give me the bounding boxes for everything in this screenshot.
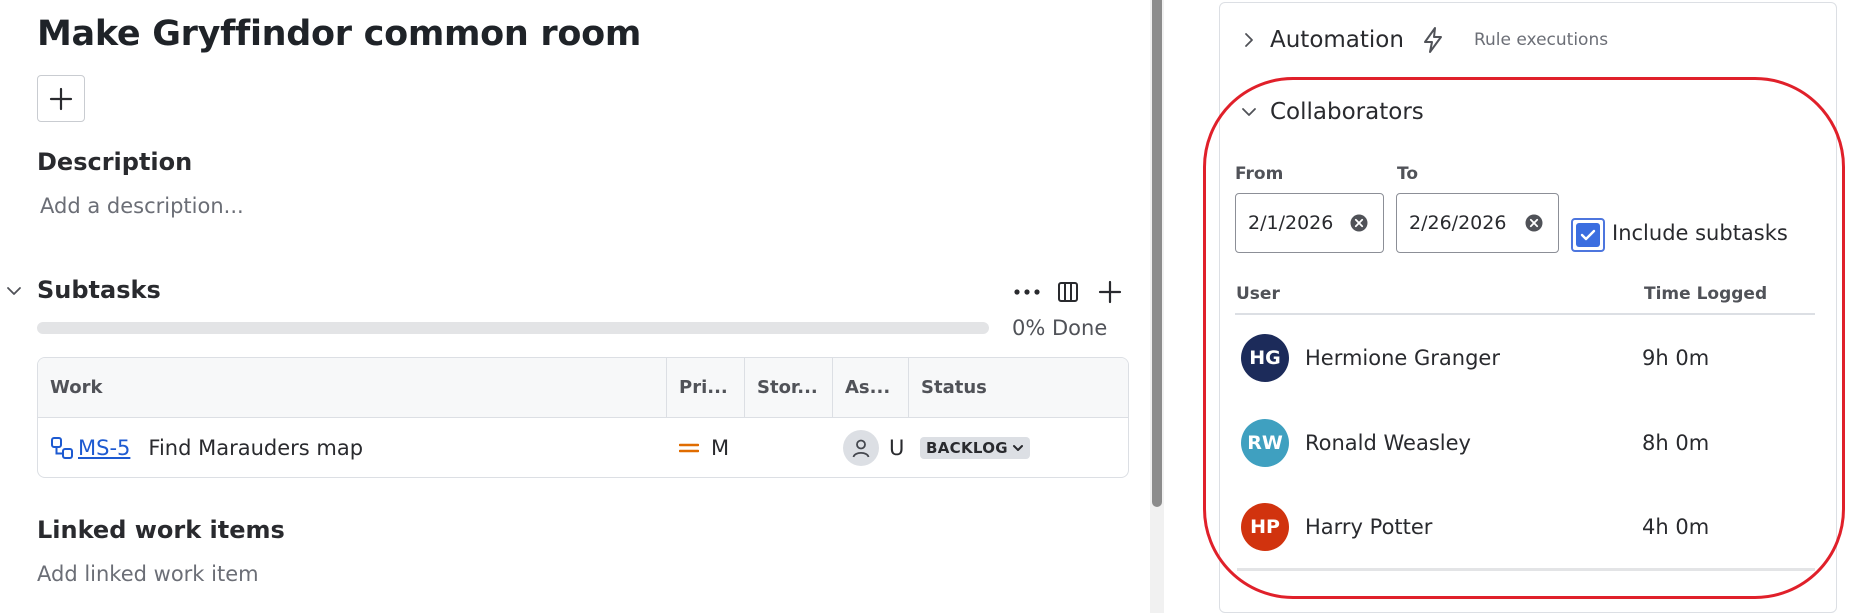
clear-icon[interactable] [1349, 213, 1369, 233]
table-header: Work Pri... Stor... As... Status [38, 358, 1128, 418]
description-placeholder[interactable]: Add a description... [40, 194, 244, 218]
automation-section-toggle[interactable]: Automation Rule executions [1240, 20, 1608, 60]
table-row[interactable]: MS-5 Find Marauders map M U BACKLOG [38, 418, 1128, 477]
status-cell: BACKLOG [920, 418, 1030, 477]
to-label: To [1397, 164, 1419, 184]
rule-executions-link[interactable]: Rule executions [1474, 30, 1608, 50]
subtask-icon [51, 437, 73, 459]
automation-label: Automation [1270, 27, 1404, 53]
from-label: From [1235, 164, 1284, 184]
user-column-header: User [1236, 284, 1280, 304]
from-date-input[interactable]: 2/1/2026 [1235, 193, 1384, 253]
assignee-cell[interactable]: U [843, 418, 905, 477]
table-divider [1235, 313, 1815, 315]
priority-value: M [711, 436, 730, 460]
linked-work-items-heading: Linked work items [37, 516, 285, 544]
chevron-right-icon [1245, 33, 1253, 47]
avatar: HG [1241, 334, 1289, 382]
more-horizontal-icon [1014, 289, 1040, 295]
column-header-story-points[interactable]: Stor... [745, 358, 833, 418]
avatar: HP [1241, 503, 1289, 551]
description-heading: Description [37, 148, 193, 176]
subtasks-table: Work Pri... Stor... As... Status MS-5 Fi… [37, 357, 1129, 478]
issue-main-panel: Make Gryffindor common room Description … [0, 0, 1150, 613]
include-subtasks-checkbox[interactable] [1571, 218, 1605, 252]
status-dropdown[interactable]: BACKLOG [920, 437, 1030, 459]
plus-icon [1098, 280, 1122, 304]
collaborator-name: Ronald Weasley [1305, 431, 1471, 455]
status-value: BACKLOG [926, 439, 1008, 457]
priority-medium-icon [679, 443, 699, 453]
collaborator-name: Harry Potter [1305, 515, 1433, 539]
chevron-down-icon[interactable] [5, 282, 23, 300]
collaborators-section-toggle[interactable]: Collaborators [1240, 92, 1424, 132]
add-subtask-button[interactable] [1093, 275, 1127, 309]
avatar: RW [1241, 419, 1289, 467]
to-date-input[interactable]: 2/26/2026 [1396, 193, 1559, 253]
add-linked-work-item[interactable]: Add linked work item [37, 562, 259, 586]
include-subtasks-label[interactable]: Include subtasks [1612, 221, 1788, 245]
time-logged-value: 9h 0m [1642, 346, 1710, 370]
more-options-button[interactable] [1010, 275, 1044, 309]
page-title[interactable]: Make Gryffindor common room [37, 14, 641, 54]
columns-icon [1058, 282, 1078, 302]
column-header-priority[interactable]: Pri... [667, 358, 745, 418]
collaborators-label: Collaborators [1270, 99, 1424, 125]
progress-label: 0% Done [1012, 316, 1108, 340]
scrollbar-thumb[interactable] [1152, 0, 1162, 507]
subtasks-progress-bar [37, 322, 989, 334]
columns-button[interactable] [1051, 275, 1085, 309]
assignee-value: U [889, 436, 905, 460]
subtasks-heading: Subtasks [37, 276, 161, 304]
from-date-value: 2/1/2026 [1248, 212, 1334, 234]
time-logged-column-header: Time Logged [1644, 284, 1768, 304]
lightning-bolt-icon [1423, 27, 1442, 53]
chevron-down-icon [1242, 108, 1256, 116]
collaborator-name: Hermione Granger [1305, 346, 1500, 370]
unassigned-avatar-icon [843, 430, 879, 466]
checkmark-icon [1580, 229, 1596, 241]
collaborator-row: HG Hermione Granger 9h 0m [1241, 333, 1801, 383]
add-content-button[interactable] [37, 75, 85, 122]
column-header-assignee[interactable]: As... [833, 358, 909, 418]
column-header-work[interactable]: Work [38, 358, 667, 418]
time-logged-value: 4h 0m [1642, 515, 1710, 539]
collaborator-row: HP Harry Potter 4h 0m [1241, 502, 1801, 552]
collaborator-row: RW Ronald Weasley 8h 0m [1241, 418, 1801, 468]
issue-summary[interactable]: Find Marauders map [148, 436, 363, 460]
column-header-status[interactable]: Status [909, 358, 1128, 418]
time-logged-value: 8h 0m [1642, 431, 1710, 455]
section-divider [1237, 568, 1815, 571]
priority-cell[interactable]: M [679, 418, 730, 477]
issue-key-link[interactable]: MS-5 [78, 436, 130, 460]
to-date-value: 2/26/2026 [1409, 212, 1507, 234]
checkbox-checked-indicator [1576, 223, 1600, 247]
clear-icon[interactable] [1524, 213, 1544, 233]
plus-icon [49, 87, 73, 110]
work-cell: MS-5 Find Marauders map [50, 418, 363, 477]
chevron-down-icon [1012, 445, 1023, 451]
